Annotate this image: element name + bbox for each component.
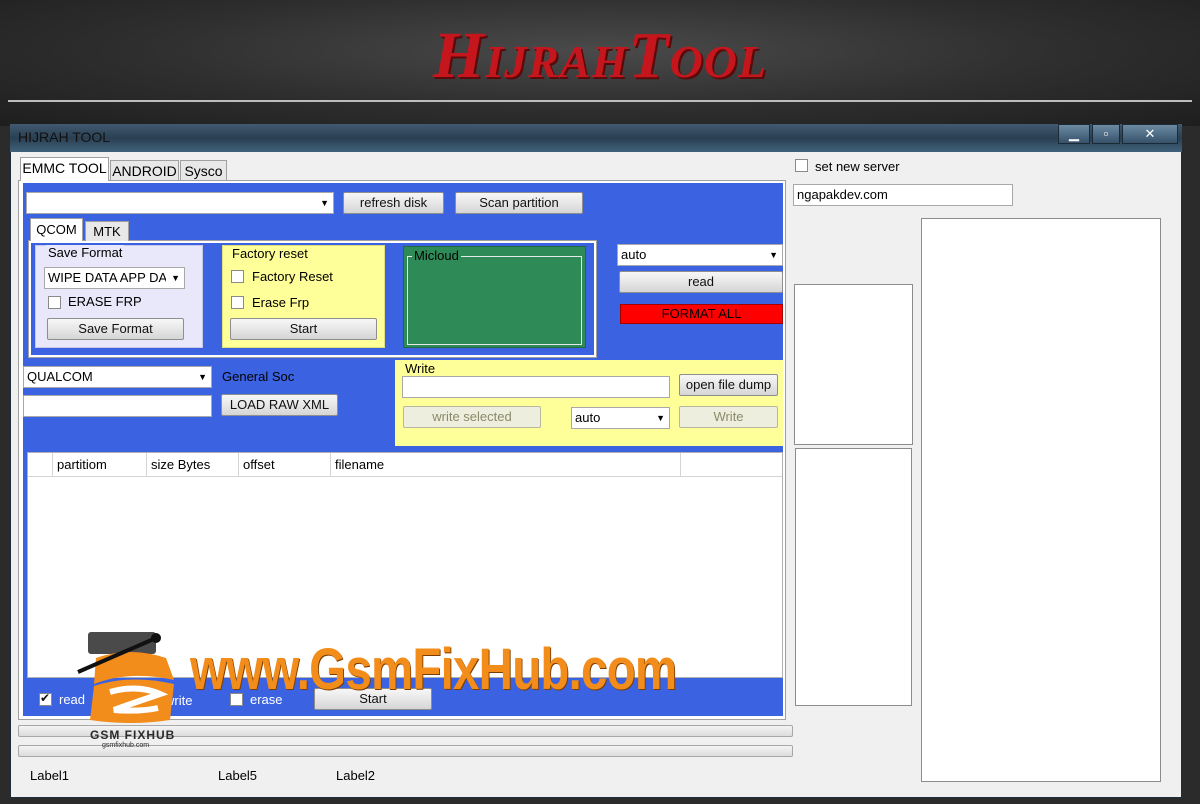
factory-reset-label: Factory Reset [252,269,333,284]
gsmfixhub-logo-icon [77,632,174,723]
close-button[interactable]: ✕ [1122,124,1178,144]
read-button[interactable]: read [619,271,783,293]
window-title: HIJRAH TOOL [18,129,111,145]
erase-frp-qcom-label: Erase Frp [252,295,310,310]
window-title-bar[interactable] [10,124,1182,152]
status-label-5: Label5 [218,768,258,783]
side-box-top [794,284,913,445]
format-mode-value: WIPE DATA APP DATA [48,270,166,285]
server-host-input[interactable]: ngapakdev.com [793,184,1013,206]
general-soc-label: General Soc [222,369,295,384]
disk-combo[interactable]: ▼ [26,192,334,214]
write-mode-value: auto [575,410,601,425]
write-mode-combo[interactable]: auto ▼ [571,407,670,429]
subtab-qcom[interactable]: QCOM [30,218,83,241]
status-label-2: Label2 [336,768,376,783]
chevron-down-icon: ▼ [171,273,180,283]
watermark-caption: GSM FIXHUB [90,728,176,742]
dump-file-input[interactable] [402,376,670,398]
log-box[interactable] [921,218,1161,782]
set-new-server-label: set new server [815,159,900,174]
column-header-size[interactable]: size Bytes [146,453,238,477]
tab-emmc-tool[interactable]: EMMC TOOL [20,157,109,181]
write-selected-button[interactable]: write selected [403,406,541,428]
watermark-text: www.GsmFixHub.com [190,637,677,702]
scan-partition-button[interactable]: Scan partition [455,192,583,214]
refresh-disk-button[interactable]: refresh disk [343,192,444,214]
maximize-button[interactable]: ▫ [1092,124,1120,144]
format-all-button[interactable]: FORMAT ALL [620,304,783,324]
open-file-dump-button[interactable]: open file dump [679,374,778,396]
factory-reset-checkbox[interactable] [231,270,244,283]
read-checkbox[interactable] [39,691,52,706]
write-title: Write [403,361,438,376]
set-new-server-checkbox[interactable] [795,159,808,172]
tab-android[interactable]: ANDROID [110,160,179,182]
chip-value: QUALCOM [27,369,93,384]
save-format-button[interactable]: Save Format [47,318,184,340]
tab-sysco[interactable]: Sysco [180,160,227,182]
format-mode-combo[interactable]: WIPE DATA APP DATA ▼ [44,267,185,289]
chevron-down-icon: ▼ [198,372,207,382]
subtab-mtk[interactable]: MTK [85,221,129,241]
xml-path-input[interactable] [23,395,212,417]
chevron-down-icon: ▼ [769,250,778,260]
load-raw-xml-button[interactable]: LOAD RAW XML [221,394,338,416]
erase-frp-label: ERASE FRP [68,294,142,309]
chevron-down-icon: ▼ [320,198,329,208]
chip-combo[interactable]: QUALCOM ▼ [23,366,212,388]
banner-title: HijrahTool [432,19,768,92]
column-header-blank [680,453,782,477]
factory-reset-start-button[interactable]: Start [230,318,377,340]
micloud-frame [407,256,582,345]
factory-reset-title: Factory reset [230,246,310,261]
write-button[interactable]: Write [679,406,778,428]
watermark-url: gsmfixhub.com [102,742,150,749]
read-mode-value: auto [621,247,647,262]
column-header-partition[interactable]: partitiom [52,453,146,477]
minimize-button[interactable]: ▁ [1058,124,1090,144]
chevron-down-icon: ▼ [656,413,665,423]
erase-frp-qcom-checkbox[interactable] [231,296,244,309]
column-header-filename[interactable]: filename [330,453,680,477]
save-format-title: Save Format [46,245,125,260]
banner-divider [8,100,1192,102]
status-label-1: Label1 [30,768,70,783]
side-box-bottom [795,448,912,706]
write-group [395,360,783,446]
erase-frp-checkbox[interactable] [48,296,61,309]
micloud-title: Micloud [412,248,461,263]
column-header-offset[interactable]: offset [238,453,330,477]
read-mode-combo[interactable]: auto ▼ [617,244,783,266]
